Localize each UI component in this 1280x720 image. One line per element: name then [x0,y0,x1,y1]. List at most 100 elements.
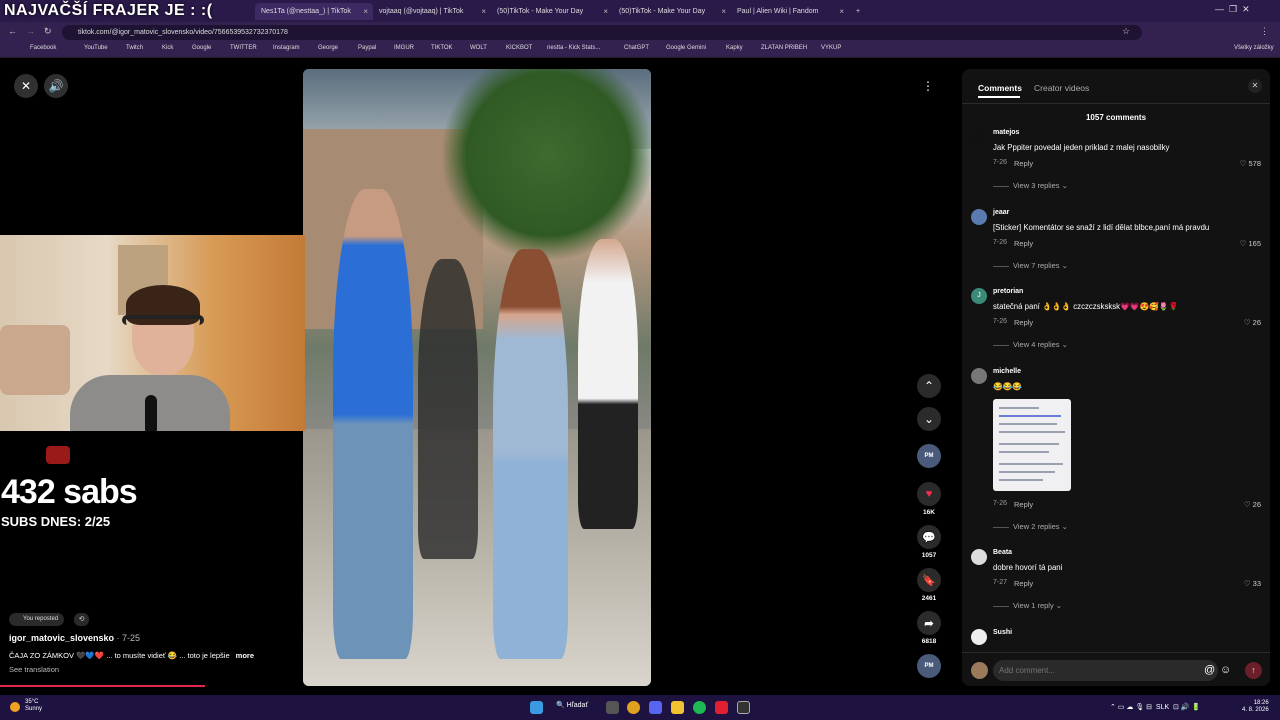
next-video-button[interactable]: ⌄ [917,407,941,431]
bookmark-item[interactable]: Paypal [358,45,376,51]
tab-comments[interactable]: Comments [978,83,1022,93]
star-icon[interactable]: ☆ [1122,26,1130,37]
comment-like[interactable]: ♡ 165 [1240,239,1261,248]
close-video-button[interactable]: ✕ [14,74,38,98]
volume-icon[interactable]: 🔊 [44,74,68,98]
window-controls[interactable]: — ❐ ✕ [1215,4,1250,15]
bookmark-item[interactable]: nestta - Kick Stats... [547,45,600,51]
bookmark-item[interactable]: ZLATAN PRIBEH [761,45,807,51]
spotify-icon[interactable] [693,701,706,714]
sound-avatar[interactable]: PM [917,654,941,681]
folder-icon[interactable] [671,701,684,714]
save-button[interactable]: 🔖 2461 [917,568,941,602]
view-replies[interactable]: View 7 replies ⌄ [993,261,1068,270]
close-icon[interactable]: × [363,7,368,16]
comment-user[interactable]: jeaar [993,209,1009,216]
close-icon[interactable]: ✕ [1248,79,1262,93]
reload-icon[interactable]: ↻ [44,26,52,37]
tab-4[interactable]: Paul | Alien Wiki | Fandom × [731,3,849,20]
bookmark-item[interactable]: George [318,45,338,51]
video-author[interactable]: igor_matovic_slovensko · 7-25 [9,633,140,643]
reposted-badge[interactable]: You reposted [9,613,65,626]
avatar[interactable] [971,209,987,225]
weather-widget[interactable]: 35°C Sunny [25,699,42,713]
send-button[interactable]: ↑ [1245,662,1262,679]
close-icon[interactable]: × [721,7,726,16]
avatar[interactable] [971,629,987,645]
view-replies[interactable]: View 3 replies ⌄ [993,181,1068,190]
bookmark-item[interactable]: YouTube [84,45,108,51]
new-tab-button[interactable]: + [853,3,867,20]
tab-creator-videos[interactable]: Creator videos [1034,83,1089,93]
bookmark-item[interactable]: Facebook [30,45,56,51]
comment-user[interactable]: Beata [993,549,1012,556]
url-field[interactable]: tiktok.com/@igor_matovic_slovensko/video… [62,25,1142,40]
bookmark-item[interactable]: Twitch [126,45,143,51]
comment-input[interactable] [993,660,1218,681]
avatar[interactable] [971,368,987,384]
reply-button[interactable]: Reply [1014,239,1033,248]
bookmark-item[interactable]: Kick [162,45,173,51]
like-button[interactable]: ♥ 16K [917,482,941,516]
reply-button[interactable]: Reply [1014,318,1033,327]
windows-start-icon[interactable] [530,701,543,714]
menu-icon[interactable]: ⋮ [1260,26,1269,37]
forward-icon[interactable]: → [26,26,35,36]
bookmark-item[interactable]: Kapky [726,45,743,51]
app-icon[interactable] [715,701,728,714]
close-icon[interactable]: × [839,7,844,16]
obs-icon[interactable] [737,701,750,714]
more-link[interactable]: more [236,651,254,660]
bookmark-item[interactable]: IMGUR [394,45,414,51]
comment-user[interactable]: Sushi [993,629,1012,636]
comment-button[interactable]: 💬 1057 [917,525,941,559]
avatar[interactable]: J [971,288,987,304]
bookmark-item[interactable]: Google [192,45,211,51]
discord-icon[interactable] [649,701,662,714]
emoji-icon[interactable]: ☺ [1220,664,1231,676]
avatar[interactable] [971,129,987,145]
tab-2[interactable]: (50)TikTok - Make Your Day × [491,3,613,20]
bookmark-item[interactable]: TIKTOK [431,45,453,51]
reply-button[interactable]: Reply [1014,159,1033,168]
previous-video-button[interactable]: ⌃ [917,374,941,398]
share-button[interactable]: ➦ 6818 [917,611,941,645]
bookmark-item[interactable]: Instagram [273,45,300,51]
mention-icon[interactable]: @ [1204,664,1215,676]
bookmark-item[interactable]: KICKBOT [506,45,532,51]
video-progress-bar[interactable] [0,685,205,687]
share-icon[interactable]: ➦ [917,611,941,635]
taskbar-search[interactable]: 🔍 Hľadať [556,701,588,709]
close-icon[interactable]: × [603,7,608,16]
reply-button[interactable]: Reply [1014,500,1033,509]
bookmark-item[interactable]: WOLT [470,45,487,51]
comment-image-attachment[interactable] [993,399,1071,491]
taskbar-clock[interactable]: 18:26 4. 8. 2026 [1242,700,1269,714]
bookmark-item[interactable]: TWITTER [230,45,257,51]
comment-like[interactable]: ♡ 26 [1244,500,1261,509]
comment-like[interactable]: ♡ 578 [1240,159,1261,168]
tab-0[interactable]: Nes1Ta (@nesttaa_) | TikTok × [255,3,373,20]
comment-icon[interactable]: 💬 [917,525,941,549]
view-replies[interactable]: View 1 reply ⌄ [993,601,1062,610]
tab-3[interactable]: (50)TikTok - Make Your Day × [613,3,731,20]
all-bookmarks[interactable]: Všetky záložky [1234,45,1274,51]
more-options-icon[interactable]: ⋮ [916,74,940,98]
view-replies[interactable]: View 2 replies ⌄ [993,522,1068,531]
creator-avatar[interactable]: PM [917,444,941,471]
comment-user[interactable]: michelle [993,368,1021,375]
system-tray[interactable]: ⌃ ▭ ☁ 🎙 ⊟ SLK ⊡ 🔊 🔋 [1110,703,1200,711]
comment-user[interactable]: matejos [993,129,1019,136]
task-view-icon[interactable] [606,701,619,714]
avatar[interactable] [971,549,987,565]
music-disc-icon[interactable]: PM [917,654,941,678]
reply-button[interactable]: Reply [1014,579,1033,588]
bookmark-item[interactable]: VYKUP [821,45,841,51]
back-icon[interactable]: ← [8,26,17,36]
heart-icon[interactable]: ♥ [917,482,941,506]
comment-like[interactable]: ♡ 33 [1244,579,1261,588]
see-translation-link[interactable]: See translation [9,665,59,674]
video-player[interactable] [303,69,651,686]
view-replies[interactable]: View 4 replies ⌄ [993,340,1068,349]
avatar[interactable]: PM [917,444,941,468]
